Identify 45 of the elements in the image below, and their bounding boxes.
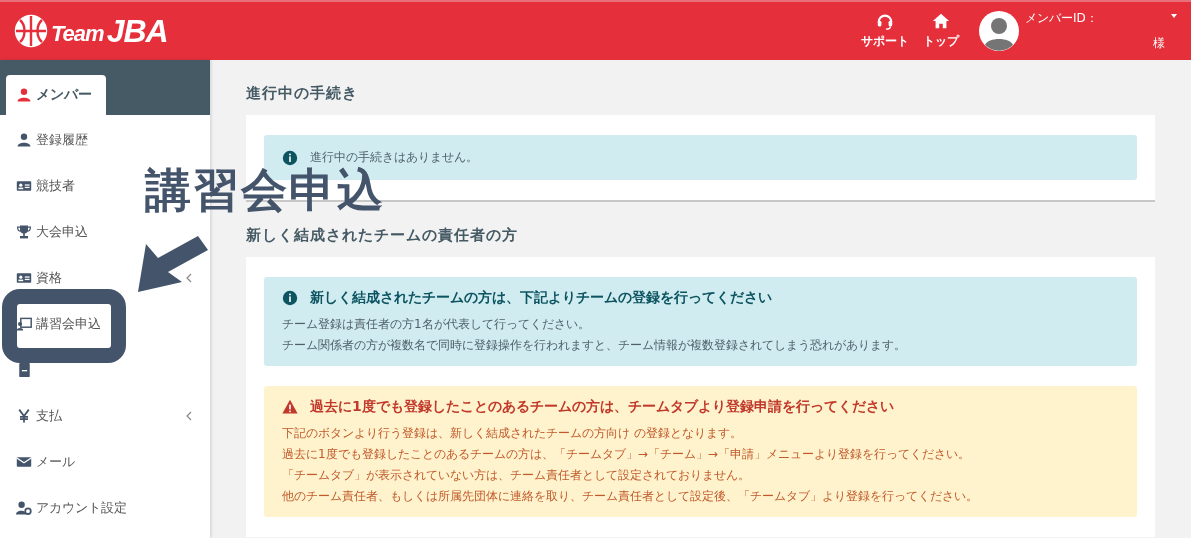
member-id-label: メンバーID：: [1025, 10, 1099, 27]
yen-icon: [16, 408, 32, 424]
envelope-icon: [16, 454, 32, 470]
sidebar-item[interactable]: 支払: [16, 407, 62, 425]
section-title: 新しく結成されたチームの責任者の方: [246, 226, 519, 245]
nav-button[interactable]: トップ: [921, 12, 961, 50]
presenter-icon: [16, 316, 32, 332]
alert-title: 過去に1度でも登録したことのあるチームの方は、チームタブより登録申請を行ってください: [310, 398, 894, 416]
sidebar-item[interactable]: アカウント設定: [16, 499, 127, 517]
honorific-text: 様: [1153, 35, 1165, 52]
sidebar-item[interactable]: 講習会申込: [16, 315, 101, 333]
info-icon: [282, 290, 298, 306]
user-gear-icon: [16, 500, 32, 516]
sidebar-item[interactable]: 大会申込: [16, 223, 88, 241]
alert-text: 進行中の手続きはありません。: [310, 149, 478, 166]
sidebar-item[interactable]: メール: [16, 453, 75, 471]
sidebar-item[interactable]: 登録履歴: [16, 131, 88, 149]
logo-text: JBA: [106, 12, 168, 50]
avatar-icon[interactable]: [979, 11, 1019, 51]
person-icon: [16, 87, 32, 103]
id-card-icon: [16, 270, 32, 286]
nav-button[interactable]: サポート: [859, 12, 911, 50]
alert-text: チーム関係者の方が複数名で同時に登録操作を行われますと、チーム情報が複数登録されてしまう恐れがあります。: [282, 337, 907, 354]
callout-text: 講習会申込: [145, 163, 385, 219]
basketball-icon: [14, 14, 48, 48]
sidebar-item[interactable]: 競技者: [16, 177, 75, 195]
alert-text: 「チームタブ」が表示されていない方は、チーム責任者として設定されておりません。: [282, 467, 751, 484]
logo-text: Team: [51, 21, 104, 47]
trophy-icon: [16, 224, 32, 240]
caret-icon[interactable]: [1171, 14, 1177, 18]
alert-text: 過去に1度でも登録したことのあるチームの方は、「チームタブ」→「チーム」→「申請」メニューより登録を行ってください。: [282, 446, 971, 463]
alert-text: 下記のボタンより行う登録は、新しく結成されたチームの方向け の登録となります。: [282, 425, 743, 442]
sidebar-tab[interactable]: メンバー: [6, 75, 106, 115]
id-card-icon: [16, 178, 32, 194]
headset-icon: [876, 12, 894, 30]
alert-title: 新しく結成されたチームの方は、下記よりチームの登録を行ってください: [310, 289, 772, 307]
warning-icon: [282, 399, 298, 415]
home-icon: [932, 12, 950, 30]
sidebar-item[interactable]: 資格: [16, 269, 62, 287]
alert-text: 他のチーム責任者、もしくは所属先団体に連絡を取り、チーム責任者として設定後、「チームタブ」より登録を行ってください。: [282, 488, 979, 505]
info-icon: [282, 149, 298, 166]
section-title: 進行中の手続き: [246, 84, 359, 103]
alert-text: チーム登録は責任者の方1名が代表して行ってください。: [282, 316, 591, 333]
person-icon: [16, 132, 32, 148]
document-icon: [19, 363, 30, 377]
